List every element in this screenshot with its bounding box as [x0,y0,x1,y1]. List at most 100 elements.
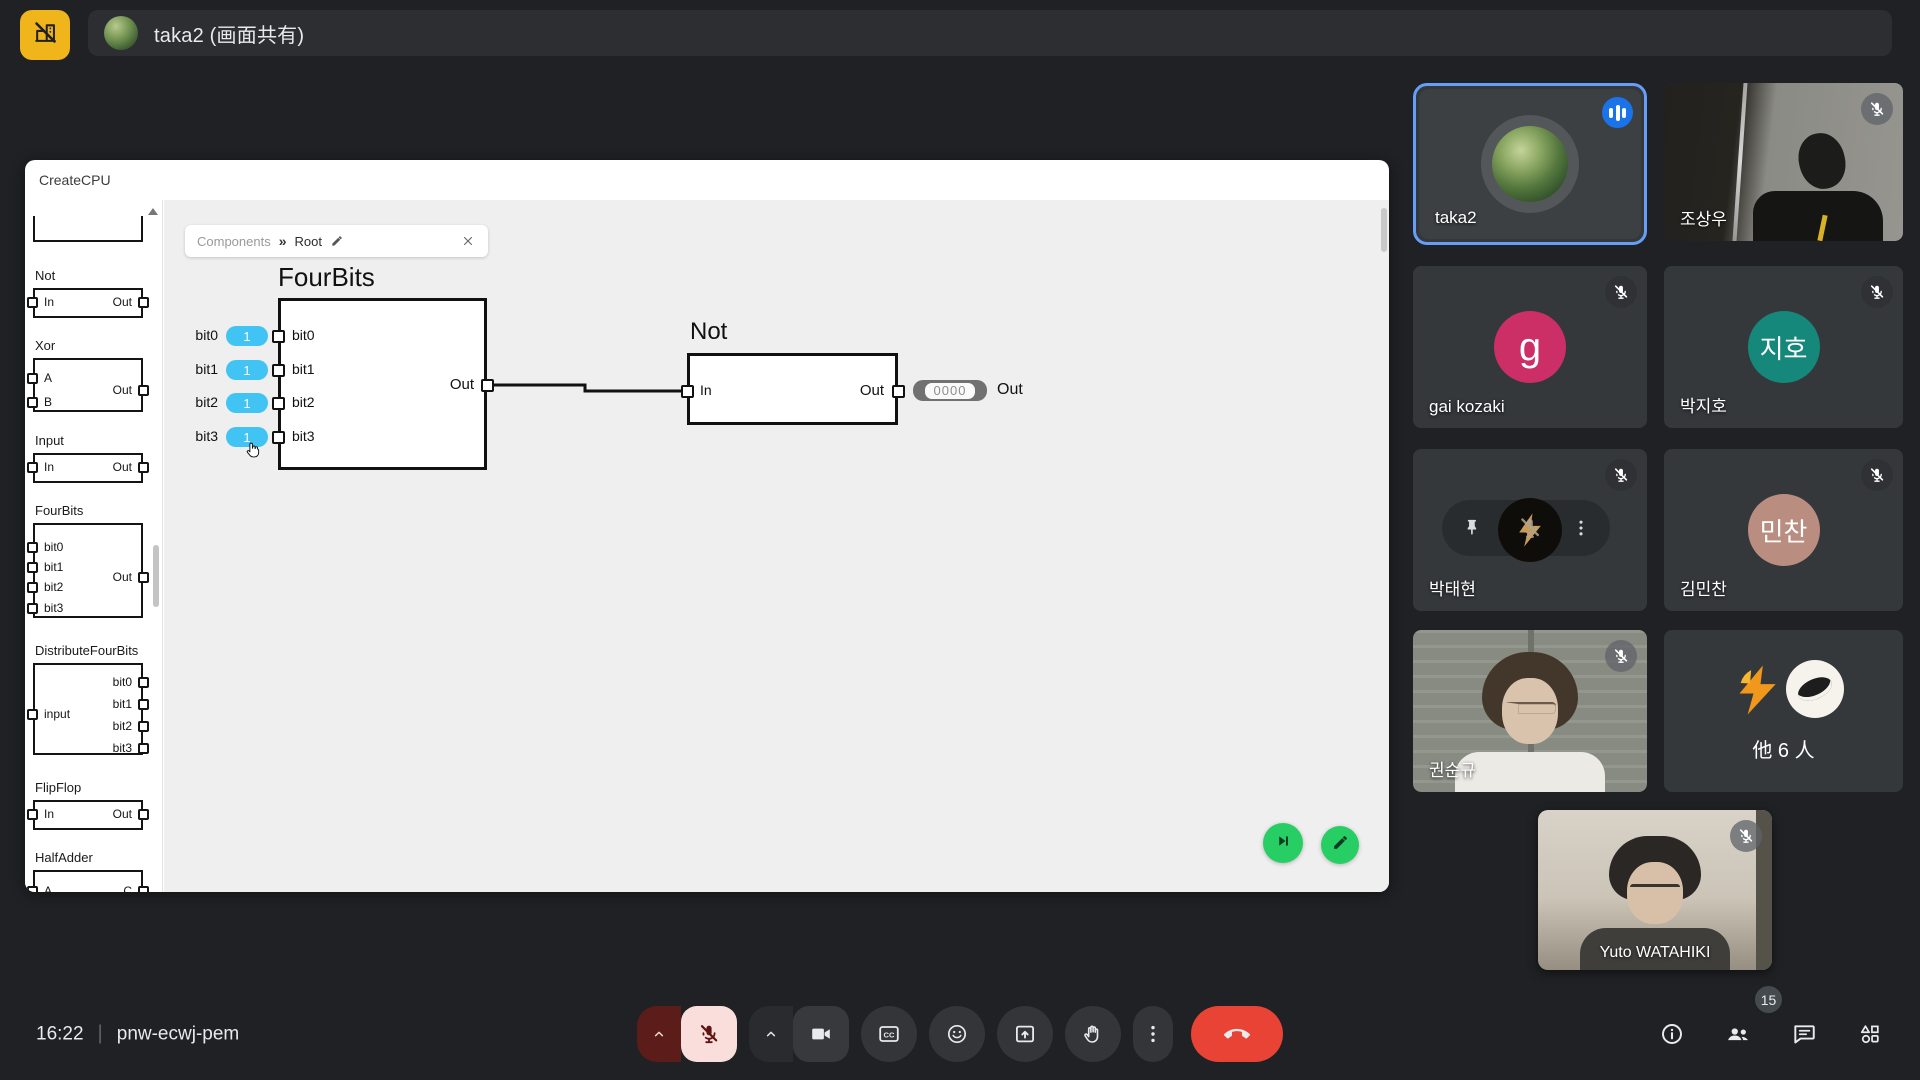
port-label: bit1 [44,560,63,574]
participant-tile-박지호[interactable]: 지호박지호 [1664,266,1903,428]
breadcrumb-root[interactable]: Root [295,234,322,249]
fourbits-in-port[interactable] [272,364,285,377]
input-port [27,809,38,820]
palette-component-partial[interactable] [33,216,143,242]
glasses [1504,702,1556,714]
info-button[interactable] [1648,1010,1696,1058]
more-options-button[interactable] [1133,1006,1173,1062]
not-out-label: Out [828,382,884,399]
camera-button[interactable] [793,1006,849,1062]
fourbits-input-label: bit1 [178,361,218,377]
port-label: In [44,295,54,309]
palette-component-label: Xor [35,338,55,353]
self-view-tile[interactable]: Yuto WATAHIKI [1538,810,1772,970]
output-port [138,572,149,583]
input-port [27,462,38,473]
bit-toggle-bit2[interactable]: 1 [226,393,268,413]
fourbits-in-port[interactable] [272,330,285,343]
mic-muted-icon [1861,93,1893,125]
avatar: 민찬 [1748,494,1820,566]
participant-name: 박지호 [1680,392,1727,417]
output-port [138,886,149,892]
palette-component-label: FourBits [35,503,83,518]
circuit-canvas[interactable]: Components » Root FourBits bit01bit0bit1… [164,200,1389,892]
port-label: bit2 [113,719,132,733]
port-label: bit0 [113,675,132,689]
chat-button[interactable] [1780,1010,1828,1058]
fourbits-out-port[interactable] [481,379,494,392]
tile-content: 지호박지호 [1664,266,1903,428]
person-head [1793,128,1851,193]
self-name: Yuto WATAHIKI [1538,944,1772,962]
camera-options-chevron[interactable] [749,1006,793,1062]
mic-muted-overlay-icon [1517,515,1543,546]
participant-tile-김민찬[interactable]: 민찬김민찬 [1664,449,1903,611]
mic-muted-icon [1861,276,1893,308]
output-port [138,809,149,820]
participant-tile-gai kozaki[interactable]: ggai kozaki [1413,266,1647,428]
participant-name: 권순규 [1429,756,1476,781]
mic-muted-icon [1730,820,1762,852]
screen-share-window: CreateCPU NotInOutXorABOutInputInOutFour… [25,160,1389,892]
fourbits-input-label: bit2 [178,394,218,410]
fourbits-in-port[interactable] [272,397,285,410]
mic-muted-icon [1605,459,1637,491]
palette-scroll-up[interactable] [148,208,158,215]
mic-button[interactable] [681,1006,737,1062]
meta-divider: | [98,1023,103,1046]
output-readout: 0000 [913,380,987,401]
end-call-button[interactable] [1191,1006,1283,1062]
participant-tile-taka2[interactable]: taka2 [1413,83,1647,245]
palette-component-label: HalfAdder [35,850,93,865]
palette-scrollbar-thumb[interactable] [153,545,159,607]
overflow-count-label: 他 6 人 [1664,734,1903,763]
not-node-title: Not [690,318,727,346]
port-label: C [123,884,132,892]
presentation-app-button[interactable] [20,10,70,60]
mouse-cursor [242,440,263,466]
participant-tile-조상우[interactable]: 조상우 [1664,83,1903,241]
participant-tile-권순규[interactable]: 권순규 [1413,630,1647,792]
presenter-pill[interactable]: taka2 (画面共有) [88,10,1892,56]
port-label: bit3 [44,601,63,615]
port-label: Out [113,460,132,474]
present-button[interactable] [997,1006,1053,1062]
port-label: bit0 [44,540,63,554]
participant-tile-他 6 人[interactable]: 他 6 人 [1664,630,1903,792]
mic-options-chevron[interactable] [637,1006,681,1062]
people-button[interactable] [1714,1010,1762,1058]
fourbits-port-label: bit0 [292,327,315,343]
canvas-scrollbar-thumb[interactable] [1381,208,1387,252]
captions-button[interactable]: CC [861,1006,917,1062]
participant-name: taka2 [1435,208,1477,228]
fourbits-port-label: bit3 [292,428,315,444]
reactions-button[interactable] [929,1006,985,1062]
tile-more-icon[interactable] [1570,517,1592,539]
edit-name-icon[interactable] [330,234,344,248]
not-in-port[interactable] [681,385,694,398]
step-button[interactable] [1263,823,1303,863]
close-icon[interactable] [460,233,476,249]
meeting-code: pnw-ecwj-pem [117,1023,239,1045]
meeting-meta: 16:22 | pnw-ecwj-pem [36,1023,239,1046]
input-port [27,709,38,720]
edit-mode-button[interactable] [1321,826,1359,864]
fourbits-in-port[interactable] [272,431,285,444]
output-port [138,699,149,710]
meet-app: taka2 (画面共有) CreateCPU NotInOutXorABOutI… [0,0,1920,1080]
not-out-port[interactable] [892,385,905,398]
fourbits-node-title: FourBits [278,262,375,293]
port-label: B [44,395,52,409]
raise-hand-button[interactable] [1065,1006,1121,1062]
bit-toggle-bit0[interactable]: 1 [226,326,268,346]
mic-control-group [637,1006,737,1062]
bit-toggle-bit1[interactable]: 1 [226,360,268,380]
tile-content: 조상우 [1664,83,1903,241]
pin-icon[interactable] [1460,517,1482,539]
building-off-icon [32,19,59,51]
activities-button[interactable] [1846,1010,1894,1058]
input-port [27,603,38,614]
participant-tile-박태현[interactable]: 박태현 [1413,449,1647,611]
palette-component-label: DistributeFourBits [35,643,138,658]
breadcrumb-components[interactable]: Components [197,234,271,249]
